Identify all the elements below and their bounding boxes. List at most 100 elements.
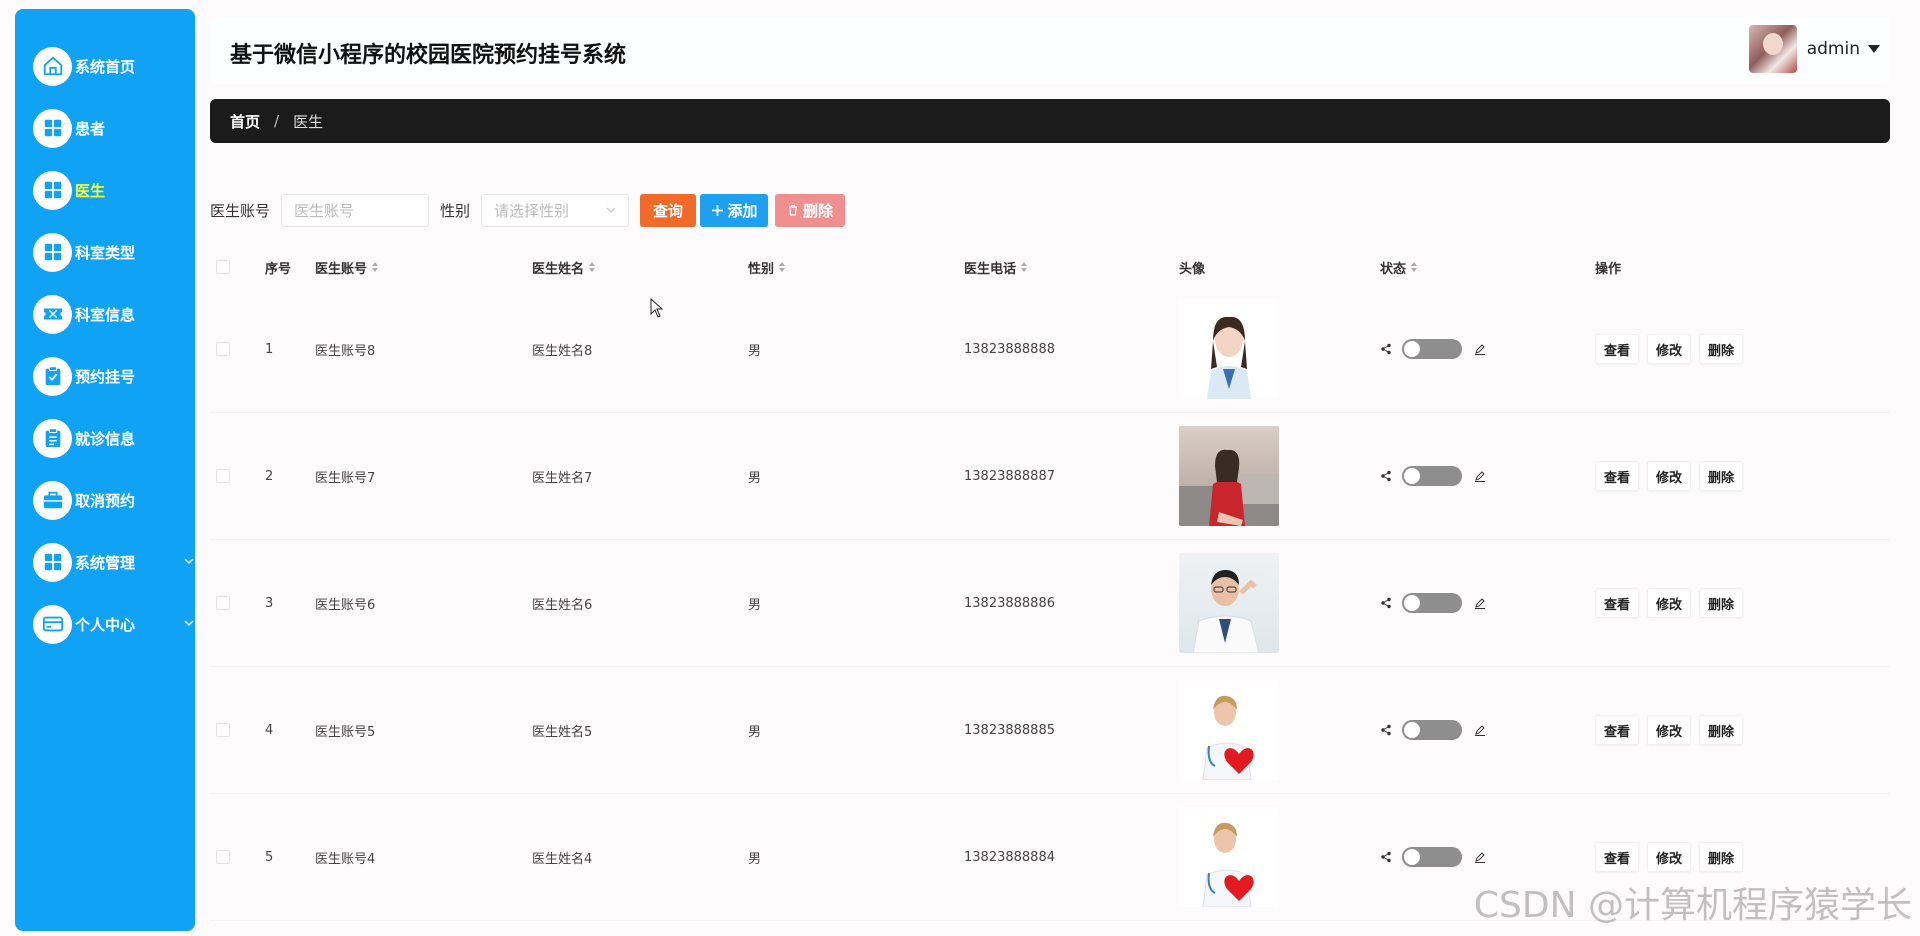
header-name[interactable]: 医生姓名 — [532, 258, 596, 277]
header-account[interactable]: 医生账号 — [315, 258, 379, 277]
row-checkbox[interactable] — [216, 469, 230, 483]
share-icon[interactable] — [1380, 597, 1392, 609]
search-bar: 医生账号 医生账号 性别 请选择性别 查询 添加 删除 — [210, 192, 846, 228]
plus-icon — [711, 204, 723, 216]
edit-icon[interactable] — [1474, 597, 1486, 609]
delete-button[interactable]: 删除 — [1699, 715, 1744, 745]
row-checkbox[interactable] — [216, 596, 230, 610]
view-button[interactable]: 查看 — [1595, 715, 1640, 745]
sidebar-item-appointments[interactable]: 预约挂号 — [15, 345, 195, 407]
row-actions: 查看 修改 删除 — [1595, 334, 1751, 364]
cell-phone: 13823888887 — [964, 468, 1055, 484]
view-button[interactable]: 查看 — [1595, 334, 1640, 364]
account-search-input[interactable]: 医生账号 — [281, 193, 430, 227]
sidebar-item-department-types[interactable]: 科室类型 — [15, 221, 195, 283]
sidebar-item-system-management[interactable]: 系统管理 — [15, 531, 195, 593]
header-avatar: 头像 — [1179, 261, 1206, 277]
query-button[interactable]: 查询 — [640, 193, 697, 227]
edit-button[interactable]: 修改 — [1647, 715, 1692, 745]
delete-button[interactable]: 删除 — [1699, 461, 1744, 491]
cell-gender: 男 — [748, 343, 762, 359]
cell-phone: 13823888888 — [964, 341, 1055, 357]
avatar[interactable] — [1748, 25, 1797, 73]
sidebar-item-personal-center[interactable]: 个人中心 — [15, 593, 195, 655]
table-row: 4 医生账号5 医生姓名5 男 13823888885 查看 修改 删除 — [210, 667, 1890, 794]
user-menu[interactable]: admin — [1748, 25, 1880, 73]
edit-icon[interactable] — [1474, 851, 1486, 863]
gender-label: 性别 — [440, 201, 471, 220]
share-icon[interactable] — [1380, 724, 1392, 736]
sort-icon[interactable] — [1411, 262, 1418, 272]
query-label: 查询 — [653, 201, 684, 220]
chevron-down-icon — [606, 207, 616, 213]
row-checkbox[interactable] — [216, 850, 230, 864]
header-gender[interactable]: 性别 — [748, 258, 786, 277]
cell-phone: 13823888884 — [964, 849, 1055, 865]
share-icon[interactable] — [1380, 851, 1392, 863]
sidebar-item-visits[interactable]: 就诊信息 — [15, 407, 195, 469]
table-row: 2 医生账号7 医生姓名7 男 13823888887 查看 修改 删除 — [210, 413, 1890, 540]
cell-name: 医生姓名6 — [532, 597, 593, 613]
edit-icon[interactable] — [1474, 343, 1486, 355]
delete-button[interactable]: 删除 — [1699, 842, 1744, 872]
header-phone[interactable]: 医生电话 — [964, 258, 1028, 277]
edit-icon[interactable] — [1474, 470, 1486, 482]
row-actions: 查看 修改 删除 — [1595, 461, 1751, 491]
edit-button[interactable]: 修改 — [1647, 842, 1692, 872]
ticket-icon — [33, 294, 72, 334]
sidebar-item-label: 取消预约 — [75, 491, 136, 510]
sort-icon[interactable] — [1021, 262, 1028, 272]
status-toggle[interactable] — [1402, 593, 1462, 613]
sidebar-item-department-info[interactable]: 科室信息 — [15, 283, 195, 345]
header-actions: 操作 — [1595, 261, 1622, 277]
doctor-photo — [1179, 807, 1279, 907]
share-icon[interactable] — [1380, 470, 1392, 482]
cell-name: 医生姓名4 — [532, 851, 593, 867]
delete-button[interactable]: 删除 — [1699, 334, 1744, 364]
breadcrumb-separator: / — [274, 112, 280, 130]
doctor-photo — [1179, 299, 1279, 399]
status-toggle[interactable] — [1402, 339, 1462, 359]
sidebar-item-cancel-appointment[interactable]: 取消预约 — [15, 469, 195, 531]
batch-delete-button[interactable]: 删除 — [775, 193, 846, 227]
cell-index: 5 — [265, 849, 274, 865]
home-icon — [33, 46, 72, 86]
edit-button[interactable]: 修改 — [1647, 461, 1692, 491]
sort-icon[interactable] — [589, 262, 596, 272]
status-toggle[interactable] — [1402, 847, 1462, 867]
briefcase-icon — [33, 480, 72, 520]
view-button[interactable]: 查看 — [1595, 842, 1640, 872]
cell-name: 医生姓名7 — [532, 470, 593, 486]
sidebar-item-doctors[interactable]: 医生 — [15, 159, 195, 221]
status-controls — [1380, 720, 1486, 740]
clipboard-check-icon — [33, 356, 72, 396]
share-icon[interactable] — [1380, 343, 1392, 355]
status-toggle[interactable] — [1402, 720, 1462, 740]
sidebar-item-home[interactable]: 系统首页 — [15, 35, 195, 97]
sidebar-item-patients[interactable]: 患者 — [15, 97, 195, 159]
cell-index: 2 — [265, 468, 274, 484]
header-status[interactable]: 状态 — [1380, 258, 1418, 277]
status-toggle[interactable] — [1402, 466, 1462, 486]
sort-icon[interactable] — [372, 262, 379, 272]
cell-index: 1 — [265, 341, 274, 357]
header-status-label: 状态 — [1380, 261, 1407, 277]
delete-button[interactable]: 删除 — [1699, 588, 1744, 618]
header-gender-label: 性别 — [748, 261, 775, 277]
caret-down-icon — [1868, 45, 1880, 53]
edit-button[interactable]: 修改 — [1647, 588, 1692, 618]
add-button[interactable]: 添加 — [700, 193, 769, 227]
doctor-photo — [1179, 680, 1279, 780]
edit-button[interactable]: 修改 — [1647, 334, 1692, 364]
row-checkbox[interactable] — [216, 723, 230, 737]
sort-icon[interactable] — [779, 262, 786, 272]
select-all-checkbox[interactable] — [216, 260, 230, 274]
breadcrumb-home[interactable]: 首页 — [230, 111, 260, 132]
view-button[interactable]: 查看 — [1595, 461, 1640, 491]
edit-icon[interactable] — [1474, 724, 1486, 736]
cell-name: 医生姓名8 — [532, 343, 593, 359]
cell-index: 4 — [265, 722, 274, 738]
gender-select[interactable]: 请选择性别 — [481, 193, 630, 227]
view-button[interactable]: 查看 — [1595, 588, 1640, 618]
row-checkbox[interactable] — [216, 342, 230, 356]
